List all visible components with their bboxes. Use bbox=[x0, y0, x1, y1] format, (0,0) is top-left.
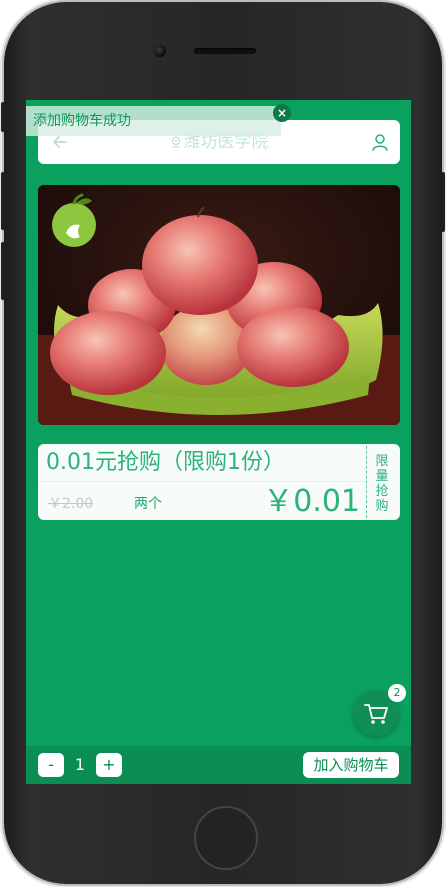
quantity-plus-button[interactable]: + bbox=[96, 753, 122, 777]
dashed-separator bbox=[366, 446, 367, 518]
quantity-value: 1 bbox=[74, 755, 86, 774]
limited-tag: 限量抢购 bbox=[375, 454, 389, 514]
volume-up-button bbox=[1, 172, 5, 230]
location-pin-icon bbox=[171, 136, 180, 148]
power-button bbox=[441, 172, 445, 232]
mute-switch bbox=[1, 102, 5, 132]
home-button[interactable] bbox=[194, 806, 258, 870]
front-camera bbox=[154, 45, 166, 57]
quantity-minus-button[interactable]: - bbox=[38, 753, 64, 777]
apple-logo-icon bbox=[52, 193, 96, 247]
current-price: ￥0.01 bbox=[263, 484, 360, 519]
volume-down-button bbox=[1, 242, 5, 300]
cart-count-badge: 2 bbox=[388, 684, 406, 702]
toast-text: 添加购物车成功 bbox=[33, 113, 131, 129]
add-to-cart-button[interactable]: 加入购物车 bbox=[303, 752, 399, 778]
toast-message: 添加购物车成功 bbox=[26, 106, 281, 136]
product-info-card: 0.01元抢购（限购1份） ￥2.00 两个 ￥0.01 限量抢购 bbox=[38, 444, 400, 520]
product-unit: 两个 bbox=[134, 496, 162, 512]
app-screen: 潍坊医学院 添加购物车成功 × 0.01元抢购（限购1份） ￥2.00 两个 ￥… bbox=[26, 100, 411, 784]
bottom-action-bar: - 1 + 加入购物车 bbox=[26, 746, 411, 784]
original-price: ￥2.00 bbox=[48, 496, 94, 512]
promo-title: 0.01元抢购（限购1份） bbox=[46, 450, 285, 475]
toast-close-icon[interactable]: × bbox=[273, 104, 291, 122]
earpiece-speaker bbox=[194, 48, 256, 54]
user-icon[interactable] bbox=[370, 132, 390, 152]
product-image bbox=[38, 185, 400, 425]
